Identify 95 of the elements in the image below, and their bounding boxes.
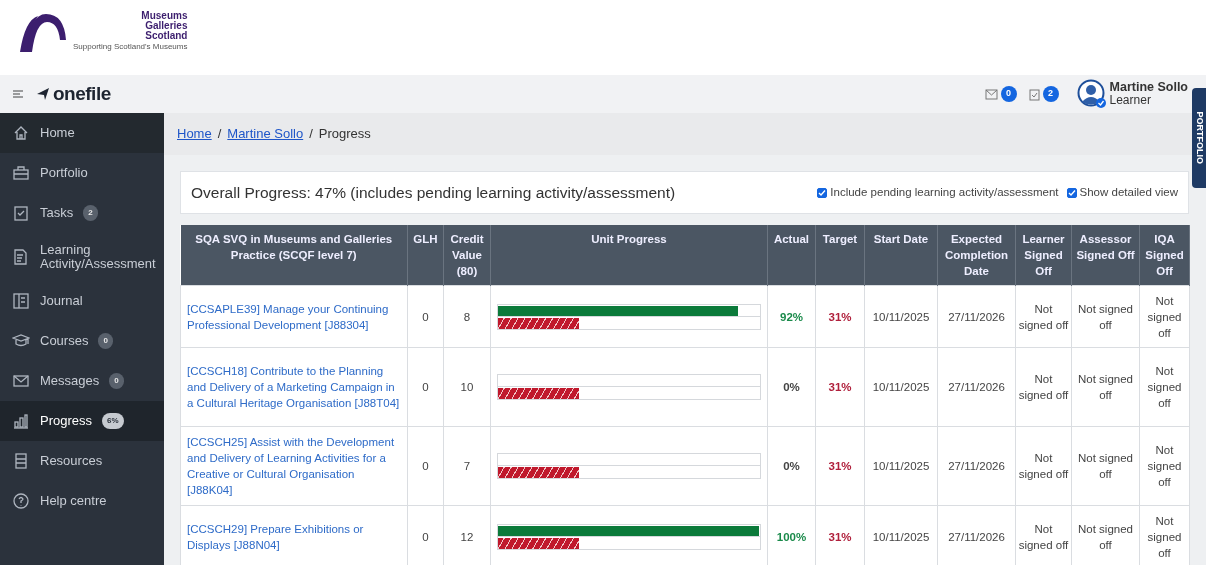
sidebar-item[interactable]: Journal: [0, 281, 164, 321]
help-icon: [12, 492, 30, 510]
briefcase-icon: [12, 164, 30, 182]
sidebar-item[interactable]: Home: [0, 113, 164, 153]
breadcrumb-current: Progress: [318, 125, 371, 144]
column-header: Start Date: [864, 225, 938, 286]
sidebar-label: Messages: [40, 374, 100, 388]
table-cell: 0: [407, 285, 444, 348]
count-badge: 2: [83, 205, 98, 221]
avatar-icon[interactable]: [1076, 79, 1107, 109]
column-header: SQA SVQ in Museums and Galleries Practice (SCQF level 7): [180, 225, 408, 286]
sidebar-item[interactable]: Resources: [0, 441, 164, 481]
sidebar-item[interactable]: Learning Activity/Assessment: [0, 233, 164, 281]
task-count-badge: 2: [1042, 86, 1059, 102]
table-cell: 10/11/2025: [864, 285, 938, 348]
logo-text: Galleries: [144, 21, 188, 31]
user-role: Learner: [1109, 94, 1152, 107]
table-cell: 0: [407, 347, 444, 427]
table-cell: 10: [443, 347, 491, 427]
journal-icon: [12, 292, 30, 310]
breadcrumb-separator: /: [309, 125, 313, 144]
column-header: GLH: [407, 225, 444, 286]
table-cell: 27/11/2026: [937, 347, 1016, 427]
table-cell: 7: [443, 426, 491, 506]
count-badge: 0: [109, 373, 124, 389]
column-header: IQA Signed Off: [1139, 225, 1190, 286]
table-cell: Not signed off: [1071, 426, 1140, 506]
sidebar-item[interactable]: Progress 6%: [0, 401, 164, 441]
sidebar-item[interactable]: Messages 0: [0, 361, 164, 401]
table-cell: 31%: [815, 426, 865, 506]
cabinet-icon: [12, 452, 30, 470]
breadcrumb-separator: /: [217, 125, 222, 144]
column-header: Learner Signed Off: [1015, 225, 1072, 286]
table-cell: Not signed off: [1015, 347, 1072, 427]
portfolio-tab[interactable]: PORTFOLIO: [1192, 88, 1206, 188]
column-header: Target: [815, 225, 865, 286]
table-cell: 0: [407, 426, 444, 506]
table-cell: 0%: [767, 426, 816, 506]
table-cell: 27/11/2026: [937, 426, 1016, 506]
logo-tagline: Supporting Scotland's Museums: [73, 42, 188, 51]
envelope-icon: [12, 372, 30, 390]
message-count-badge: 0: [1000, 86, 1017, 102]
table-cell: Not signed off: [1071, 285, 1140, 348]
table-cell: 8: [443, 285, 491, 348]
brand-logo[interactable]: onefile: [53, 79, 111, 109]
table-cell: Not signed off: [1139, 426, 1190, 506]
sidebar-item[interactable]: Portfolio: [0, 153, 164, 193]
table-cell: 31%: [815, 285, 865, 348]
table-cell: Not signed off: [1139, 285, 1190, 348]
sidebar-label: Tasks: [40, 206, 74, 220]
logo-text: Scotland: [144, 31, 188, 41]
column-header: Assessor Signed Off: [1071, 225, 1140, 286]
column-header: Unit Progress: [490, 225, 768, 286]
table-cell: 0%: [767, 347, 816, 427]
table-cell: Not signed off: [1139, 347, 1190, 427]
home-icon: [12, 124, 30, 142]
table-cell: 31%: [815, 347, 865, 427]
checkbox[interactable]: [1066, 187, 1077, 198]
document-icon: [12, 248, 30, 266]
user-name[interactable]: Martine Sollo: [1109, 81, 1188, 94]
breadcrumb-link[interactable]: Home: [177, 124, 212, 144]
envelope-icon[interactable]: [984, 88, 998, 100]
clipboard-icon[interactable]: [1028, 87, 1040, 101]
sidebar-item[interactable]: Courses 0: [0, 321, 164, 361]
sidebar-label: Courses: [40, 334, 89, 348]
table-cell: 10/11/2025: [864, 347, 938, 427]
checkbox[interactable]: [817, 187, 828, 198]
table-cell: Not signed off: [1015, 285, 1072, 348]
count-badge: 0: [98, 333, 113, 349]
sidebar-label: Portfolio: [40, 166, 88, 180]
table-cell: 92%: [767, 285, 816, 348]
brand-mark-icon: [36, 87, 50, 101]
sidebar-label: Resources: [40, 454, 103, 468]
breadcrumb-link[interactable]: Martine Sollo: [227, 124, 304, 144]
sidebar-label: Help centre: [40, 494, 107, 508]
sidebar-item[interactable]: Tasks 2: [0, 193, 164, 233]
table-cell: 10/11/2025: [864, 426, 938, 506]
count-badge: 6%: [102, 413, 124, 429]
option-checkbox[interactable]: Include pending learning activity/assessment: [817, 183, 1059, 202]
column-header: Actual: [767, 225, 816, 286]
sidebar-label: Home: [40, 126, 75, 140]
bar-chart-icon: [12, 412, 30, 430]
overall-progress-title: Overall Progress: 47% (includes pending learning activity/assessment): [191, 182, 677, 203]
sidebar-label: Progress: [40, 414, 93, 428]
sidebar-item[interactable]: Help centre: [0, 481, 164, 521]
sidebar-label: Learning Activity/Assessment: [40, 243, 156, 271]
sidebar-label: Journal: [40, 294, 83, 308]
table-cell: Not signed off: [1071, 347, 1140, 427]
table-cell: 27/11/2026: [937, 285, 1016, 348]
table-cell: Not signed off: [1015, 426, 1072, 506]
column-header: Credit Value (80): [443, 225, 491, 286]
column-header: Expected Completion Date: [937, 225, 1016, 286]
logo-text: Museums: [140, 11, 188, 21]
option-checkbox[interactable]: Show detailed view: [1066, 183, 1178, 202]
clipboard-icon: [12, 204, 30, 222]
